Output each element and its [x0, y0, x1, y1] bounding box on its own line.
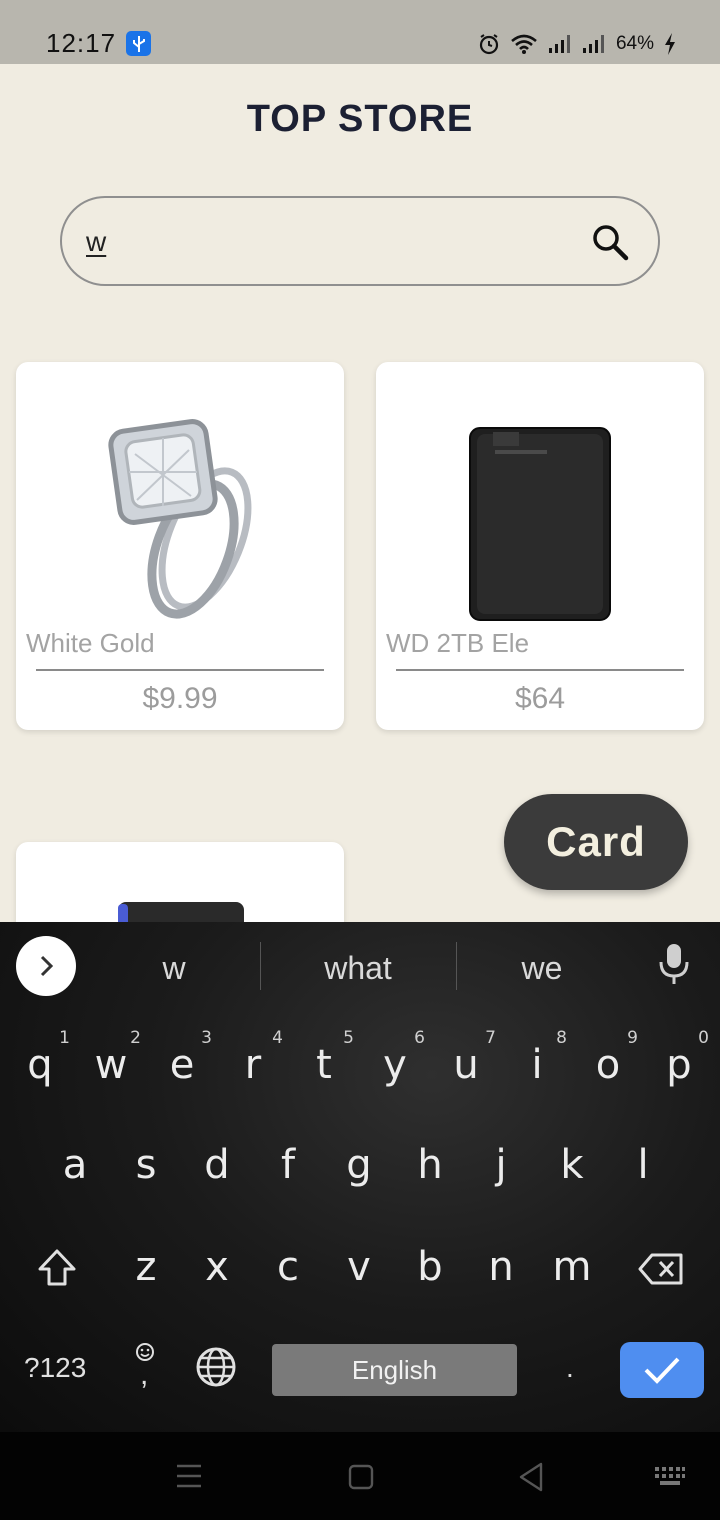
back-icon[interactable] [518, 1462, 544, 1492]
suggestion-item[interactable]: w [120, 950, 228, 987]
key-t[interactable]: t5 [294, 1028, 354, 1088]
key-u[interactable]: u7 [436, 1028, 496, 1088]
status-bar: 12:17 64% [0, 0, 720, 64]
key-hint: 5 [343, 1028, 354, 1048]
key-f[interactable]: f [258, 1142, 318, 1188]
recent-apps-icon[interactable] [176, 1464, 202, 1488]
key-x[interactable]: x [187, 1244, 247, 1290]
home-icon[interactable] [348, 1464, 374, 1490]
status-time: 12:17 [46, 28, 117, 58]
key-hint: 1 [59, 1028, 70, 1048]
enter-key[interactable] [620, 1342, 704, 1398]
chevron-right-icon [40, 955, 54, 977]
microphone-icon[interactable] [658, 942, 690, 986]
product-name: White Gold [26, 628, 155, 658]
product-card[interactable]: White Gold $9.99 [16, 362, 344, 730]
hard-drive-image [469, 427, 611, 621]
alarm-icon [479, 34, 499, 55]
signal-icon-2 [582, 35, 604, 53]
space-key[interactable]: English [272, 1344, 517, 1396]
key-hint: 7 [485, 1028, 496, 1048]
globe-icon[interactable] [195, 1346, 237, 1388]
key-h[interactable]: h [400, 1142, 460, 1188]
key-j[interactable]: j [471, 1142, 531, 1188]
page-title: TOP STORE [246, 98, 474, 140]
key-label: i [531, 1042, 543, 1088]
key-label: e [169, 1042, 195, 1088]
product-image [376, 362, 704, 624]
product-card[interactable]: WD 2TB Ele $64 [376, 362, 704, 730]
key-n[interactable]: n [471, 1244, 531, 1290]
key-m[interactable]: m [542, 1244, 602, 1290]
keyboard-toggle-icon[interactable] [654, 1466, 686, 1488]
key-i[interactable]: i8 [507, 1028, 567, 1088]
key-label: u [453, 1042, 479, 1088]
key-hint: 9 [627, 1028, 638, 1048]
diamond-ring-image [108, 419, 252, 619]
usb-debugging-icon [126, 31, 151, 56]
suggestion-separator [456, 942, 457, 990]
search-input-value[interactable]: w [86, 226, 106, 258]
suggestion-bar: w what we [0, 922, 720, 1010]
key-label: q [27, 1042, 53, 1088]
expand-toolbar-button[interactable] [16, 936, 76, 996]
key-v[interactable]: v [329, 1244, 389, 1290]
suggestion-item[interactable]: what [270, 950, 446, 987]
key-g[interactable]: g [329, 1142, 389, 1188]
navigation-bar [0, 1432, 720, 1520]
key-w[interactable]: w2 [81, 1028, 141, 1088]
battery-percentage: 64% [615, 33, 654, 54]
key-hint: 3 [201, 1028, 212, 1048]
divider [396, 669, 684, 671]
key-label: o [595, 1042, 621, 1088]
key-q[interactable]: q1 [10, 1028, 70, 1088]
key-k[interactable]: k [542, 1142, 602, 1188]
key-label: w [94, 1042, 128, 1088]
suggestion-item[interactable]: we [466, 950, 618, 987]
key-z[interactable]: z [116, 1244, 176, 1290]
key-label: p [666, 1042, 692, 1088]
key-hint: 4 [272, 1028, 283, 1048]
key-a[interactable]: a [45, 1142, 105, 1188]
key-d[interactable]: d [187, 1142, 247, 1188]
key-p[interactable]: p0 [649, 1028, 709, 1088]
key-c[interactable]: c [258, 1244, 318, 1290]
key-y[interactable]: y6 [365, 1028, 425, 1088]
key-o[interactable]: o9 [578, 1028, 638, 1088]
product-image [16, 362, 344, 624]
key-r[interactable]: r4 [223, 1028, 283, 1088]
key-hint: 8 [556, 1028, 567, 1048]
search-icon[interactable] [590, 222, 630, 262]
key-label: r [244, 1042, 262, 1088]
key-hint: 0 [698, 1028, 709, 1048]
product-price: $64 [514, 682, 566, 715]
backspace-icon[interactable] [638, 1252, 684, 1286]
suggestion-separator [260, 942, 261, 990]
symbols-key[interactable]: ?123 [24, 1352, 86, 1384]
emoji-comma-key[interactable]: , [130, 1342, 160, 1398]
product-price: $9.99 [142, 682, 218, 715]
wifi-icon [511, 34, 537, 54]
search-input[interactable]: w [60, 196, 660, 286]
divider [36, 669, 324, 671]
key-hint: 2 [130, 1028, 141, 1048]
status-icons: 64% [478, 30, 676, 58]
period-key[interactable]: . [566, 1352, 574, 1384]
charging-icon [665, 33, 675, 55]
comma-label: , [140, 1358, 149, 1391]
key-s[interactable]: s [116, 1142, 176, 1188]
key-hint: 6 [414, 1028, 425, 1048]
key-l[interactable]: l [613, 1142, 673, 1188]
soft-keyboard: w what we q1 w2 e3 r4 t5 y6 u7 i8 o9 p0 … [0, 922, 720, 1432]
key-b[interactable]: b [400, 1244, 460, 1290]
checkmark-icon [644, 1357, 680, 1384]
product-name: WD 2TB Ele [386, 628, 530, 658]
key-label: t [316, 1042, 332, 1088]
card-button[interactable]: Card [504, 794, 688, 890]
key-label: y [383, 1042, 407, 1088]
signal-icon [548, 35, 570, 53]
key-e[interactable]: e3 [152, 1028, 212, 1088]
shift-icon[interactable] [36, 1248, 78, 1288]
